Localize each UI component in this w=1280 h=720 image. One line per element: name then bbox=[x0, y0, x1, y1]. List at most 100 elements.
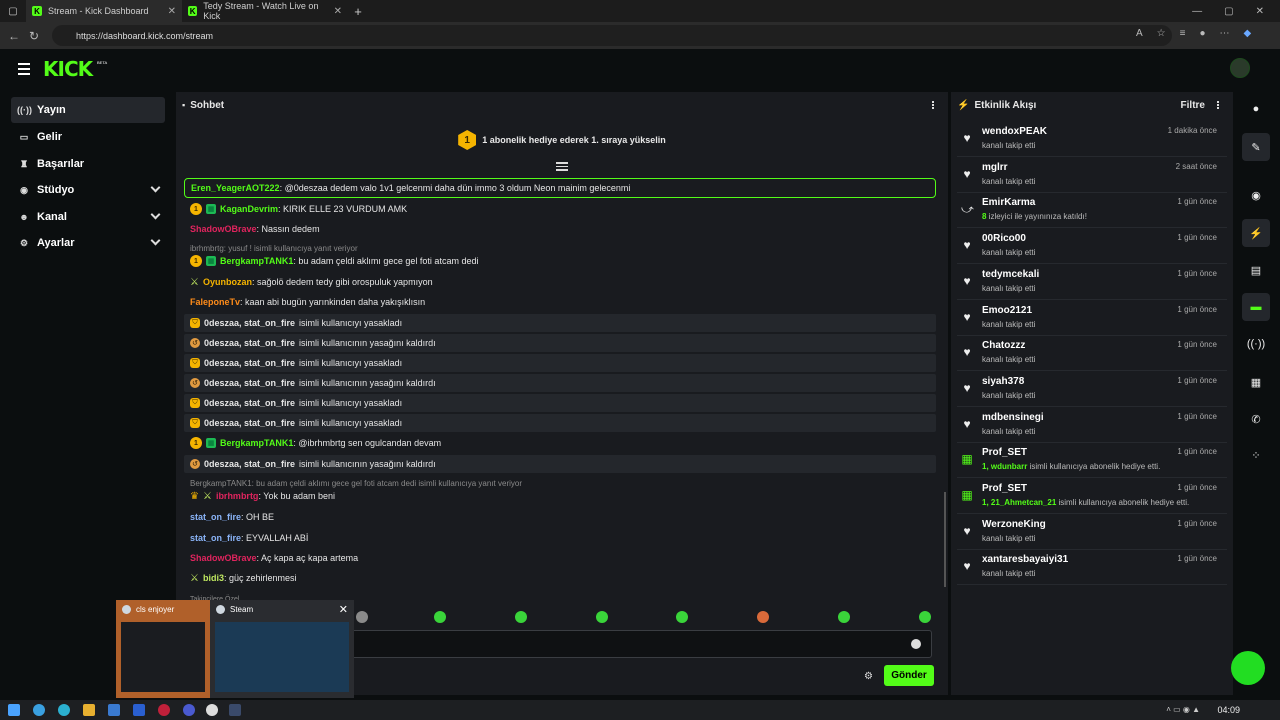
lightning-toggle-icon[interactable]: ⚡ bbox=[1242, 219, 1270, 247]
broadcast-toggle-icon[interactable]: ((·)) bbox=[1242, 330, 1270, 358]
minimize-icon[interactable]: — bbox=[1192, 6, 1202, 17]
steam-icon[interactable] bbox=[229, 704, 241, 716]
activity-event[interactable]: ♥ mglrr kanalı takip etti 2 saat önce bbox=[957, 157, 1227, 193]
app-icon[interactable] bbox=[206, 704, 218, 716]
chat-username[interactable]: ibrhmbrtg bbox=[216, 491, 259, 501]
emote-icon[interactable] bbox=[919, 611, 931, 623]
copilot-icon[interactable]: ◆ bbox=[1244, 28, 1252, 39]
close-tab-icon[interactable]: ✕ bbox=[334, 6, 342, 17]
edge-icon[interactable] bbox=[58, 704, 70, 716]
event-username[interactable]: siyah378 bbox=[982, 376, 1024, 387]
sidebar-item-ayarlar[interactable]: ⚙ Ayarlar bbox=[11, 230, 165, 256]
maximize-icon[interactable]: ▢ bbox=[1224, 6, 1233, 17]
emote-icon[interactable] bbox=[434, 611, 446, 623]
chat-settings-gear-icon[interactable]: ⚙ bbox=[864, 671, 873, 682]
sidebar-item-yayin[interactable]: ((·)) Yayın bbox=[11, 97, 165, 123]
chat-username[interactable]: bidi3 bbox=[203, 573, 224, 583]
activity-options-icon[interactable] bbox=[1217, 101, 1219, 110]
event-username[interactable]: Chatozzz bbox=[982, 340, 1025, 351]
moderator-names[interactable]: 0deszaa, stat_on_fire bbox=[204, 358, 295, 368]
browser-tab-dashboard[interactable]: K Stream - Kick Dashboard ✕ bbox=[26, 0, 182, 22]
pinned-leaderboard-banner[interactable]: 1 1 abonelik hediye ederek 1. sıraya yük… bbox=[176, 120, 948, 160]
activity-event[interactable]: ⤻ EmirKarma 8 izleyici ile yayınınıza katı… bbox=[957, 192, 1227, 229]
edit-icon[interactable]: ✎ bbox=[1242, 133, 1270, 161]
back-icon[interactable]: ← bbox=[4, 29, 24, 43]
activity-event[interactable]: ♥ Chatozzz kanalı takip etti 1 gün önce bbox=[957, 335, 1227, 372]
event-username[interactable]: mglrr bbox=[982, 162, 1008, 173]
read-aloud-icon[interactable]: A bbox=[1136, 28, 1143, 39]
app-icon[interactable] bbox=[183, 704, 195, 716]
activity-event[interactable]: ♥ wendoxPEAK kanalı takip etti 1 dakika önc… bbox=[957, 121, 1227, 157]
activity-event[interactable]: ▦ Prof_SET 1, wdunbarr isimli kullanıcıya … bbox=[957, 442, 1227, 479]
sidebar-item-gelir[interactable]: ▭ Gelir bbox=[11, 124, 165, 150]
collections-icon[interactable]: ≡ bbox=[1180, 28, 1186, 39]
event-username[interactable]: EmirKarma bbox=[982, 197, 1035, 208]
profile-icon[interactable]: ● bbox=[1199, 28, 1205, 39]
moderator-names[interactable]: 0deszaa, stat_on_fire bbox=[204, 318, 295, 328]
chat-username[interactable]: ShadowOBrave bbox=[190, 224, 257, 234]
camera-icon[interactable]: ◉ bbox=[1242, 181, 1270, 209]
avatar[interactable] bbox=[1230, 58, 1250, 78]
event-username[interactable]: wendoxPEAK bbox=[982, 126, 1047, 137]
reload-icon[interactable]: ↻ bbox=[24, 29, 44, 43]
activity-event[interactable]: ♥ siyah378 kanalı takip etti 1 gün önce bbox=[957, 371, 1227, 407]
event-username[interactable]: WerzoneKing bbox=[982, 519, 1046, 530]
notes-icon[interactable]: ▤ bbox=[1242, 256, 1270, 284]
thumbnail-cls-enjoyer[interactable]: cls enjoyer bbox=[116, 600, 210, 698]
browser-icon[interactable] bbox=[33, 704, 45, 716]
chat-toggle-icon[interactable]: ▬ bbox=[1242, 293, 1270, 321]
activity-event[interactable]: ▦ Prof_SET 1, 21_Ahmetcan_21 isimli kullan… bbox=[957, 478, 1227, 514]
start-icon[interactable] bbox=[8, 704, 20, 716]
favorite-star-icon[interactable]: ☆ bbox=[1157, 28, 1166, 39]
chat-scrollbar[interactable] bbox=[944, 492, 946, 587]
opera-icon[interactable] bbox=[158, 704, 170, 716]
activity-event[interactable]: ♥ WerzoneKing kanalı takip etti 1 gün önce bbox=[957, 514, 1227, 550]
emote-icon[interactable] bbox=[515, 611, 527, 623]
activity-event[interactable]: ♥ xantaresbayaiyi31 kanalı takip etti 1 gün… bbox=[957, 549, 1227, 586]
moderator-names[interactable]: 0deszaa, stat_on_fire bbox=[204, 418, 295, 428]
layers-icon[interactable]: ▦ bbox=[1242, 368, 1270, 396]
info-icon[interactable]: ● bbox=[1242, 95, 1270, 123]
sidebar-item-kanal[interactable]: ☻ Kanal bbox=[11, 204, 165, 230]
filter-button[interactable]: Filtre bbox=[1181, 100, 1205, 111]
activity-event[interactable]: ♥ 00Rico00 kanalı takip etti 1 gün önce bbox=[957, 228, 1227, 265]
chat-username[interactable]: Oyunbozan bbox=[203, 277, 252, 287]
sidebar-item-basarilar[interactable]: ♜ Başarılar bbox=[11, 151, 165, 177]
moderator-names[interactable]: 0deszaa, stat_on_fire bbox=[204, 338, 295, 348]
activity-event[interactable]: ♥ mdbensinegi kanalı takip etti 1 gün önce bbox=[957, 407, 1227, 443]
browser-tab-stream[interactable]: K Tedy Stream - Watch Live on Kick ✕ bbox=[182, 0, 348, 22]
kick-logo[interactable]: KICK bbox=[43, 57, 93, 81]
chat-username[interactable]: stat_on_fire bbox=[190, 533, 241, 543]
emote-icon[interactable] bbox=[596, 611, 608, 623]
chat-username[interactable]: FaleponeTv bbox=[190, 297, 240, 307]
chat-options-icon[interactable] bbox=[932, 101, 934, 110]
outlook-icon[interactable] bbox=[133, 704, 145, 716]
emote-icon[interactable] bbox=[838, 611, 850, 623]
event-username[interactable]: tedymcekali bbox=[982, 269, 1039, 280]
chat-username[interactable]: Eren_YeagerAOT222 bbox=[191, 183, 280, 193]
tray-icons[interactable]: ˄ ▭ ◉ ▲ bbox=[1166, 705, 1200, 714]
file-explorer-icon[interactable] bbox=[83, 704, 95, 716]
wrench-icon[interactable]: ✆ bbox=[1242, 405, 1270, 433]
activity-event[interactable]: ♥ Emoo2121 kanalı takip etti 1 gün önce bbox=[957, 300, 1227, 336]
hamburger-menu-icon[interactable] bbox=[18, 63, 30, 78]
event-username[interactable]: 00Rico00 bbox=[982, 233, 1026, 244]
window-menu-icon[interactable]: ▢ bbox=[0, 6, 26, 17]
emote-icon[interactable] bbox=[757, 611, 769, 623]
close-tab-icon[interactable]: ✕ bbox=[168, 6, 176, 17]
event-username[interactable]: Prof_SET bbox=[982, 483, 1027, 494]
moderator-names[interactable]: 0deszaa, stat_on_fire bbox=[204, 459, 295, 469]
new-tab-icon[interactable]: + bbox=[348, 4, 368, 19]
close-window-icon[interactable]: ✕ bbox=[1256, 6, 1264, 17]
expand-handle-icon[interactable] bbox=[556, 162, 568, 173]
activity-event[interactable]: ♥ tedymcekali kanalı takip etti 1 gün önce bbox=[957, 264, 1227, 300]
emote-icon[interactable] bbox=[356, 611, 368, 623]
event-username[interactable]: mdbensinegi bbox=[982, 412, 1044, 423]
close-thumbnail-icon[interactable]: ✕ bbox=[339, 603, 348, 616]
thumbnail-steam[interactable]: Steam ✕ bbox=[210, 600, 354, 698]
store-icon[interactable] bbox=[108, 704, 120, 716]
send-button[interactable]: Gönder bbox=[884, 665, 934, 686]
apps-icon[interactable]: ⁘ bbox=[1242, 441, 1270, 469]
url-field[interactable]: https://dashboard.kick.com/stream bbox=[52, 25, 1172, 46]
chat-username[interactable]: stat_on_fire bbox=[190, 512, 241, 522]
